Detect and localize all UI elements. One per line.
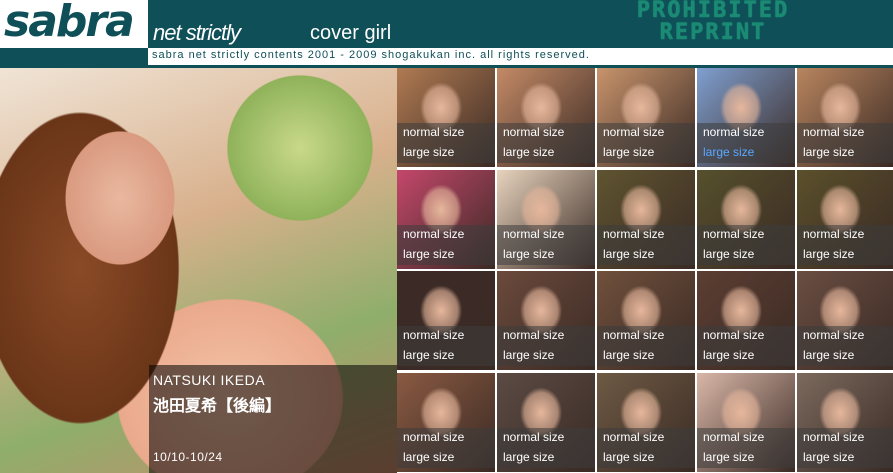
stamp-line-1: PROHIBITED (636, 0, 790, 23)
normal-size-link[interactable]: normal size (503, 225, 564, 244)
logo-text: sabra (4, 0, 135, 47)
large-size-link[interactable]: large size (403, 143, 454, 162)
large-size-link[interactable]: large size (403, 448, 454, 467)
normal-size-link[interactable]: normal size (403, 428, 464, 447)
thumbnail: normal size large size (697, 271, 795, 370)
thumbnail: normal size large size (397, 170, 495, 269)
section-title: cover girl (310, 22, 392, 44)
large-size-link[interactable]: large size (403, 245, 454, 264)
prohibited-reprint-stamp: PROHIBITED REPRINT (593, 0, 833, 44)
normal-size-link[interactable]: normal size (703, 428, 764, 447)
normal-size-link[interactable]: normal size (403, 123, 464, 142)
normal-size-link[interactable]: normal size (503, 428, 564, 447)
thumbnail: normal size large size (497, 170, 595, 269)
normal-size-link[interactable]: normal size (703, 225, 764, 244)
large-size-link[interactable]: large size (503, 245, 554, 264)
normal-size-link[interactable]: normal size (803, 225, 864, 244)
thumbnail: normal size large size (497, 68, 595, 167)
stamp-line-2: REPRINT (659, 20, 767, 45)
model-name-english: NATSUKI IKEDA (153, 372, 266, 388)
copyright-text: sabra net strictly contents 2001 - 2009 … (152, 49, 590, 61)
normal-size-link[interactable]: normal size (603, 428, 664, 447)
thumbnail: normal size large size (397, 373, 495, 472)
large-size-link[interactable]: large size (803, 346, 854, 365)
site-name: net strictly (153, 20, 241, 45)
large-size-link[interactable]: large size (603, 448, 654, 467)
thumbnail: normal size large size (597, 373, 695, 472)
normal-size-link[interactable]: normal size (703, 123, 764, 142)
thumbnail: normal size large size (497, 271, 595, 370)
normal-size-link[interactable]: normal size (503, 123, 564, 142)
thumbnail: normal size large size (597, 271, 695, 370)
thumbnail: normal size large size (697, 373, 795, 472)
thumbnail: normal size large size (797, 271, 893, 370)
thumbnail: normal size large size (797, 68, 893, 167)
large-size-link[interactable]: large size (403, 346, 454, 365)
thumbnail: normal size large size (697, 68, 795, 167)
thumbnail: normal size large size (597, 68, 695, 167)
large-size-link[interactable]: large size (703, 346, 754, 365)
large-size-link[interactable]: large size (503, 448, 554, 467)
thumbnail: normal size large size (797, 170, 893, 269)
normal-size-link[interactable]: normal size (603, 225, 664, 244)
normal-size-link[interactable]: normal size (803, 123, 864, 142)
thumbnail: normal size large size (397, 68, 495, 167)
large-size-link[interactable]: large size (503, 346, 554, 365)
normal-size-link[interactable]: normal size (803, 326, 864, 345)
thumbnail-grid: normal size large size normal size large si… (397, 68, 893, 473)
site-header: sabra net strictly cover girl PROHIBITED… (0, 0, 893, 68)
normal-size-link[interactable]: normal size (503, 326, 564, 345)
large-size-link[interactable]: large size (703, 143, 754, 162)
model-name-japanese: 池田夏希【後編】 (153, 398, 282, 415)
copyright-bar: sabra net strictly contents 2001 - 2009 … (148, 48, 893, 65)
normal-size-link[interactable]: normal size (403, 225, 464, 244)
large-size-link[interactable]: large size (603, 143, 654, 162)
normal-size-link[interactable]: normal size (603, 326, 664, 345)
normal-size-link[interactable]: normal size (603, 123, 664, 142)
normal-size-link[interactable]: normal size (703, 326, 764, 345)
large-size-link[interactable]: large size (603, 245, 654, 264)
date-range: 10/10-10/24 (153, 450, 223, 464)
thumbnail: normal size large size (697, 170, 795, 269)
sabra-logo[interactable]: sabra (0, 0, 148, 48)
thumbnail: normal size large size (597, 170, 695, 269)
large-size-link[interactable]: large size (603, 346, 654, 365)
thumbnail: normal size large size (397, 271, 495, 370)
large-size-link[interactable]: large size (803, 143, 854, 162)
large-size-link[interactable]: large size (503, 143, 554, 162)
large-size-link[interactable]: large size (703, 448, 754, 467)
normal-size-link[interactable]: normal size (403, 326, 464, 345)
normal-size-link[interactable]: normal size (803, 428, 864, 447)
thumbnail: normal size large size (497, 373, 595, 472)
thumbnail: normal size large size (797, 373, 893, 472)
large-size-link[interactable]: large size (803, 448, 854, 467)
large-size-link[interactable]: large size (703, 245, 754, 264)
large-size-link[interactable]: large size (803, 245, 854, 264)
